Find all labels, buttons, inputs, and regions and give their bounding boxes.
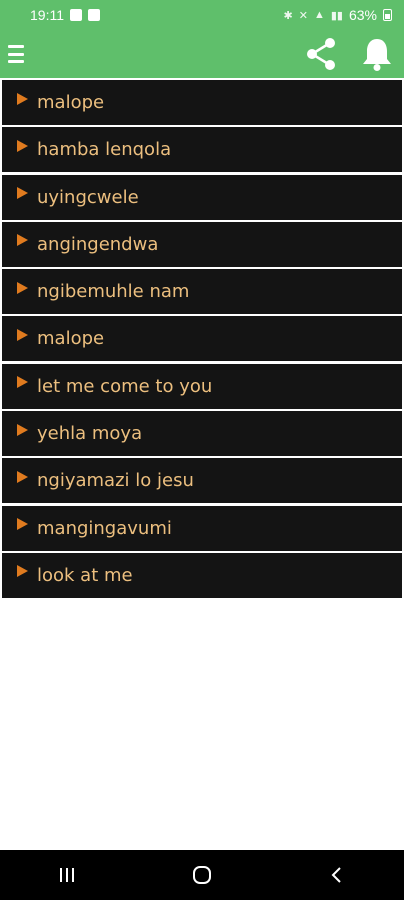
battery-percentage: 63% xyxy=(348,7,377,23)
status-time: 19:11 xyxy=(30,7,64,23)
home-icon[interactable] xyxy=(172,855,232,895)
list-item[interactable]: let me come to you xyxy=(2,363,402,409)
song-title: ngiyamazi lo jesu xyxy=(37,470,194,492)
song-title: ngibemuhle nam xyxy=(37,281,190,303)
song-title: hamba lenqola xyxy=(37,139,172,161)
image-notification-icon xyxy=(88,9,100,21)
song-title: yehla moya xyxy=(37,423,143,445)
signal-icon: ▮▮ xyxy=(330,9,343,22)
play-icon xyxy=(17,423,28,436)
song-title: malope xyxy=(37,92,105,113)
song-title: mangingavumi xyxy=(37,517,172,539)
list-item[interactable]: uyingcwele xyxy=(2,174,402,220)
battery-icon xyxy=(383,9,392,21)
song-title: let me come to you xyxy=(37,375,213,397)
app-bar xyxy=(0,30,404,78)
list-item[interactable]: mangingavumi xyxy=(2,505,402,551)
status-right: ✱ ✕ ▲ ▮▮ 63% xyxy=(284,7,392,23)
play-icon xyxy=(17,518,28,531)
song-title: look at me xyxy=(37,564,133,586)
app-bar-actions xyxy=(302,35,396,73)
song-title: malope xyxy=(37,328,105,350)
song-list: malope hamba lenqola uyingcwele angingen… xyxy=(0,80,404,600)
list-item[interactable]: look at me xyxy=(2,552,402,598)
gallery-notification-icon xyxy=(70,9,82,21)
recent-apps-icon[interactable] xyxy=(37,855,97,895)
list-item[interactable]: malope xyxy=(2,316,402,362)
share-icon[interactable] xyxy=(302,35,340,73)
play-icon xyxy=(17,281,28,294)
mute-icon: ✕ xyxy=(298,9,308,22)
song-title: uyingcwele xyxy=(37,186,139,208)
play-icon xyxy=(17,92,28,105)
list-item[interactable]: yehla moya xyxy=(2,411,402,457)
list-item[interactable]: ngiyamazi lo jesu xyxy=(2,458,402,504)
system-nav-bar xyxy=(0,850,404,900)
list-item[interactable]: angingendwa xyxy=(2,221,402,267)
status-bar: 19:11 ✱ ✕ ▲ ▮▮ 63% xyxy=(0,0,404,30)
play-icon xyxy=(17,187,28,200)
bluetooth-icon: ✱ xyxy=(283,9,293,22)
song-title: angingendwa xyxy=(37,233,159,255)
play-icon xyxy=(17,470,28,483)
play-icon xyxy=(17,376,28,389)
back-icon[interactable] xyxy=(307,855,367,895)
list-item[interactable]: hamba lenqola xyxy=(2,127,402,173)
list-item[interactable]: ngibemuhle nam xyxy=(2,269,402,315)
play-icon xyxy=(17,234,28,247)
status-left: 19:11 xyxy=(30,7,100,23)
notification-bell-icon[interactable] xyxy=(358,35,396,73)
list-item[interactable]: malope xyxy=(2,80,402,125)
play-icon xyxy=(17,139,28,152)
hamburger-menu-icon[interactable] xyxy=(8,45,24,63)
wifi-icon: ▲ xyxy=(313,9,325,21)
play-icon xyxy=(17,328,28,341)
play-icon xyxy=(17,565,28,578)
